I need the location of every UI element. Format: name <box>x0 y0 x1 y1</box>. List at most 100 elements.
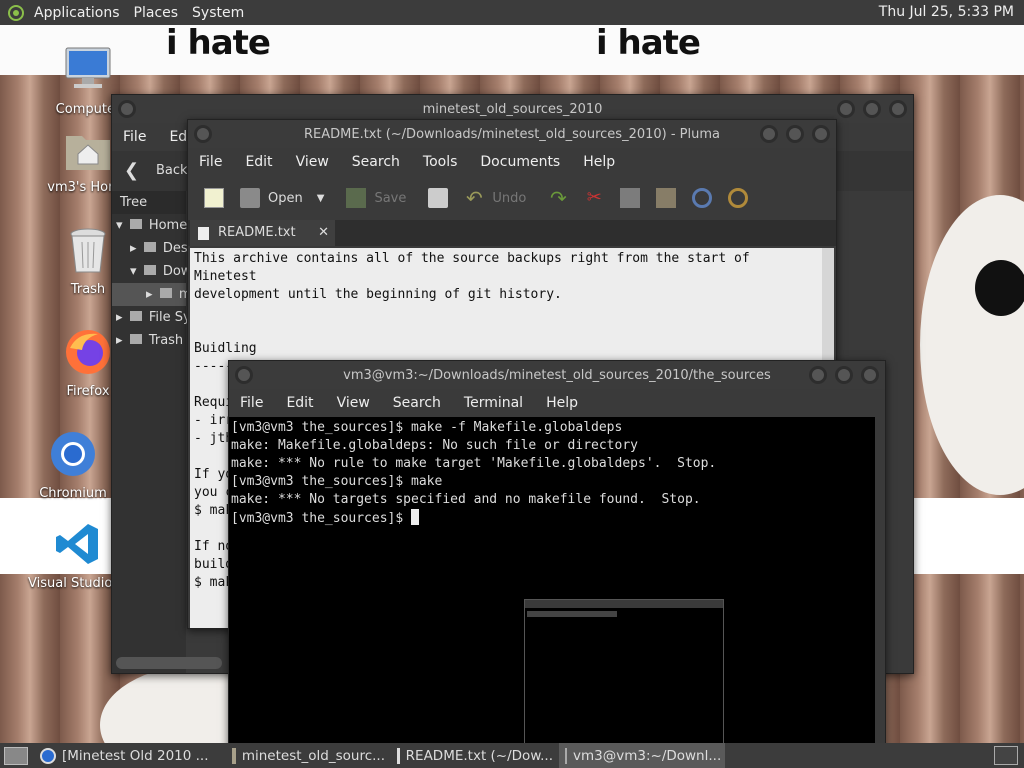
terminal-menubar: File Edit View Search Terminal Help <box>229 389 885 417</box>
save-icon[interactable] <box>346 188 367 208</box>
close-tab-icon[interactable]: ✕ <box>318 220 329 246</box>
maximize-button[interactable] <box>786 125 804 143</box>
folder-icon <box>143 265 156 275</box>
system-menu[interactable]: System <box>192 5 244 21</box>
terminal-icon <box>565 747 567 764</box>
menu-documents[interactable]: Documents <box>480 154 560 170</box>
tree-item-downloads[interactable]: ▾ Downloads <box>112 260 234 283</box>
tree-item-desktop[interactable]: ▸ Desktop <box>112 237 216 260</box>
back-button[interactable]: Back <box>156 163 188 178</box>
home-folder-icon <box>66 136 110 170</box>
task-browser[interactable]: [Minetest Old 2010 ... <box>56 743 226 768</box>
menu-view[interactable]: View <box>296 154 329 170</box>
sidebar-mode-selector[interactable]: Tree <box>112 191 186 214</box>
window-menu-button[interactable] <box>194 125 212 143</box>
tree-item-minetest-folder[interactable]: ▸ minetest_old_sources_2010 <box>112 283 359 306</box>
terminal-scrollbar[interactable] <box>875 417 885 749</box>
task-terminal[interactable]: vm3@vm3:~/Downl... <box>559 743 725 768</box>
terminal-line: [vm3@vm3 the_sources]$ make <box>231 474 443 489</box>
window-menu-button[interactable] <box>118 100 136 118</box>
trash-icon <box>129 334 142 344</box>
menu-edit[interactable]: Edit <box>245 154 272 170</box>
clock[interactable]: Thu Jul 25, 5:33 PM <box>879 4 1014 20</box>
redo-icon[interactable]: ↷ <box>548 188 568 208</box>
applications-menu[interactable]: Applications <box>34 5 120 21</box>
tree-item-trash[interactable]: ▸ Trash <box>112 329 186 352</box>
new-document-icon[interactable] <box>204 188 224 208</box>
menu-search[interactable]: Search <box>352 154 400 170</box>
menu-help[interactable]: Help <box>546 395 578 411</box>
expander-right-icon[interactable]: ▸ <box>146 287 153 302</box>
show-desktop-icon[interactable] <box>4 746 28 765</box>
top-panel: Applications Places System Thu Jul 25, 5… <box>0 0 1024 25</box>
print-icon[interactable] <box>428 188 449 208</box>
save-button[interactable]: Save <box>374 191 406 206</box>
menu-tools[interactable]: Tools <box>423 154 458 170</box>
menu-file[interactable]: File <box>123 129 146 145</box>
cut-icon[interactable]: ✂ <box>584 188 604 208</box>
pluma-titlebar[interactable]: README.txt (~/Downloads/minetest_old_sou… <box>188 120 836 148</box>
maximize-button[interactable] <box>863 100 881 118</box>
folder-icon <box>143 242 156 252</box>
preview-titlebar <box>525 600 723 608</box>
mate-logo-icon[interactable] <box>8 4 24 21</box>
find-icon[interactable] <box>692 188 713 208</box>
expander-right-icon[interactable]: ▸ <box>116 310 123 325</box>
copy-icon[interactable] <box>620 188 641 208</box>
menu-edit[interactable]: Edit <box>286 395 313 411</box>
wallpaper-caption-left: i hate <box>166 25 271 63</box>
wallpaper-caption-strip: i hate i hate <box>0 25 1024 75</box>
desktop-icon-chromium[interactable]: Chromium <box>28 430 118 501</box>
tab-readme[interactable]: README.txt ✕ <box>190 220 335 246</box>
undo-icon[interactable]: ↶ <box>464 188 484 208</box>
wallpaper-caption-right: i hate <box>596 25 701 63</box>
close-button[interactable] <box>889 100 907 118</box>
chromium-icon <box>51 432 95 476</box>
terminal-line: make: *** No targets specified and no ma… <box>231 492 701 507</box>
open-icon[interactable] <box>240 188 260 208</box>
paste-icon[interactable] <box>656 188 677 208</box>
menu-help[interactable]: Help <box>583 154 615 170</box>
tree-item-home[interactable]: ▾ Home <box>112 214 187 237</box>
minimize-button[interactable] <box>809 366 827 384</box>
places-menu[interactable]: Places <box>134 5 179 21</box>
window-menu-button[interactable] <box>235 366 253 384</box>
undo-button[interactable]: Undo <box>492 191 526 206</box>
minimize-button[interactable] <box>837 100 855 118</box>
menu-terminal[interactable]: Terminal <box>464 395 523 411</box>
open-dropdown-arrow-icon[interactable]: ▼ <box>317 193 325 204</box>
task-file-manager[interactable]: minetest_old_sourc... <box>226 743 391 768</box>
browser-icon <box>40 747 56 764</box>
sidebar-horizontal-scrollbar[interactable] <box>116 657 222 669</box>
maximize-button[interactable] <box>835 366 853 384</box>
expander-right-icon[interactable]: ▸ <box>116 333 123 348</box>
tree-item-label: Trash <box>148 333 184 348</box>
menu-search[interactable]: Search <box>393 395 441 411</box>
expander-right-icon[interactable]: ▸ <box>130 241 137 256</box>
workspace-switcher[interactable] <box>994 746 1018 765</box>
find-replace-icon[interactable] <box>728 188 749 208</box>
folder-icon <box>159 288 172 298</box>
close-button[interactable] <box>861 366 879 384</box>
menu-file[interactable]: File <box>240 395 263 411</box>
taskbar: [Minetest Old 2010 ... minetest_old_sour… <box>0 743 1024 768</box>
terminal-titlebar[interactable]: vm3@vm3:~/Downloads/minetest_old_sources… <box>229 361 885 389</box>
open-button[interactable]: Open <box>268 191 303 206</box>
terminal-line: make: Makefile.globaldeps: No such file … <box>231 438 638 453</box>
text-editor-icon <box>397 747 400 764</box>
desktop-icon-label: Chromium <box>39 486 107 501</box>
back-arrow-icon[interactable]: ❮ <box>124 160 139 181</box>
menu-file[interactable]: File <box>199 154 222 170</box>
folder-icon <box>129 219 142 229</box>
text-cursor <box>411 509 420 525</box>
menu-view[interactable]: View <box>337 395 370 411</box>
tab-label: README.txt <box>218 225 296 240</box>
close-button[interactable] <box>812 125 830 143</box>
tree-item-filesystem[interactable]: ▸ File System <box>112 306 223 329</box>
terminal-prompt-line[interactable]: [vm3@vm3 the_sources]$ <box>231 509 873 528</box>
task-label: [Minetest Old 2010 ... <box>62 747 209 764</box>
expander-down-icon[interactable]: ▾ <box>116 218 123 233</box>
task-pluma[interactable]: README.txt (~/Dow... <box>391 743 559 768</box>
expander-down-icon[interactable]: ▾ <box>130 264 137 279</box>
minimize-button[interactable] <box>760 125 778 143</box>
